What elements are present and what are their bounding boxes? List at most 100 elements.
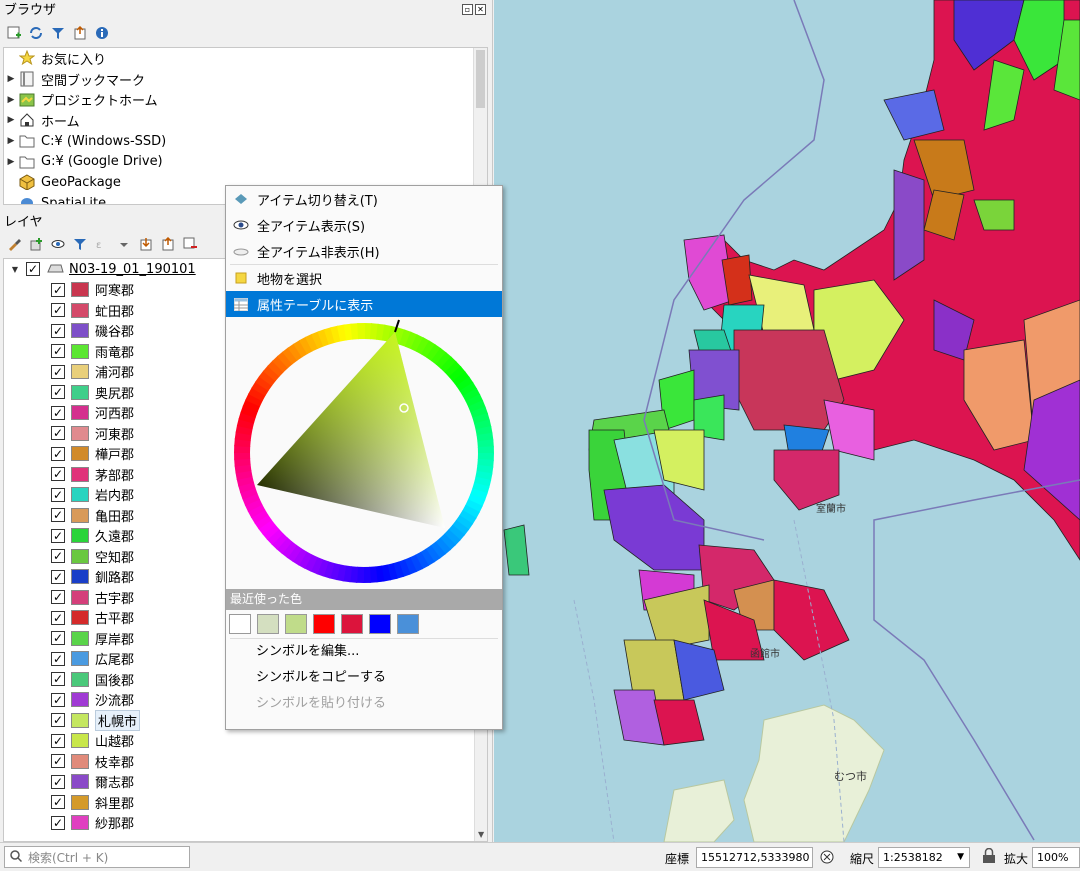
layer-item[interactable]: ✓ 斜里郡 (4, 792, 487, 813)
menu-open-attribute-table[interactable]: 属性テーブルに表示 (226, 291, 502, 317)
layer-color-swatch[interactable] (71, 507, 89, 523)
layer-color-swatch[interactable] (71, 548, 89, 564)
expand-all-icon[interactable] (138, 236, 154, 252)
layer-color-swatch[interactable] (71, 610, 89, 626)
toggle-extents-mouse-icon[interactable] (819, 849, 837, 868)
tree-item-g-drive[interactable]: ▶ G:¥ (Google Drive) (4, 151, 487, 172)
layer-color-swatch[interactable] (71, 528, 89, 544)
layer-color-swatch[interactable] (71, 774, 89, 790)
tree-item-project-home[interactable]: ▶ プロジェクトホーム (4, 89, 487, 110)
collapse-all-icon[interactable] (72, 25, 88, 41)
locator-search-input[interactable]: 検索(Ctrl + K) (4, 846, 190, 868)
lock-scale-icon[interactable] (982, 847, 996, 867)
layer-color-swatch[interactable] (71, 323, 89, 339)
layer-item-checkbox[interactable]: ✓ (51, 631, 65, 646)
layer-item-checkbox[interactable]: ✓ (51, 692, 65, 707)
collapse-arrow-icon[interactable]: ▼ (8, 265, 22, 274)
layer-item[interactable]: ✓ 山越郡 (4, 731, 487, 752)
layer-item-checkbox[interactable]: ✓ (51, 815, 65, 830)
menu-copy-symbol[interactable]: シンボルをコピーする (226, 665, 502, 691)
layer-color-swatch[interactable] (71, 487, 89, 503)
layer-color-swatch[interactable] (71, 753, 89, 769)
tree-item-favorites[interactable]: お気に入り (4, 48, 487, 69)
recent-color-swatch[interactable] (229, 614, 251, 634)
close-panel-icon[interactable]: ✕ (475, 4, 486, 15)
layer-item-checkbox[interactable]: ✓ (51, 303, 65, 318)
recent-color-swatch[interactable] (397, 614, 419, 634)
filter-icon[interactable] (50, 25, 66, 41)
add-group-icon[interactable] (28, 236, 44, 252)
layer-item[interactable]: ✓ 紗那郡 (4, 813, 487, 834)
style-brush-icon[interactable] (6, 236, 22, 252)
map-canvas[interactable]: 室蘭市 函館市 むつ市 (494, 0, 1080, 842)
recent-color-swatch[interactable] (313, 614, 335, 634)
layer-item-checkbox[interactable]: ✓ (51, 733, 65, 748)
layer-item-checkbox[interactable]: ✓ (51, 795, 65, 810)
tree-item-bookmarks[interactable]: ▶ 空間ブックマーク (4, 69, 487, 90)
layer-color-swatch[interactable] (71, 446, 89, 462)
recent-color-swatch[interactable] (369, 614, 391, 634)
layer-color-swatch[interactable] (71, 364, 89, 380)
menu-toggle-items[interactable]: アイテム切り替え(T) (226, 186, 502, 212)
layer-item-checkbox[interactable]: ✓ (51, 467, 65, 482)
tree-item-c-drive[interactable]: ▶ C:¥ (Windows-SSD) (4, 131, 487, 152)
layer-item-checkbox[interactable]: ✓ (51, 282, 65, 297)
layer-item-checkbox[interactable]: ✓ (51, 344, 65, 359)
layer-color-swatch[interactable] (71, 651, 89, 667)
layer-item-checkbox[interactable]: ✓ (51, 672, 65, 687)
add-layer-icon[interactable] (6, 25, 22, 41)
visibility-eye-icon[interactable] (50, 236, 66, 252)
layer-item-checkbox[interactable]: ✓ (51, 713, 65, 728)
float-panel-icon[interactable]: ▫ (462, 4, 473, 15)
layer-color-swatch[interactable] (71, 671, 89, 687)
layer-color-swatch[interactable] (71, 405, 89, 421)
layer-visibility-checkbox[interactable]: ✓ (26, 262, 40, 277)
layer-item[interactable]: ✓ 枝幸郡 (4, 751, 487, 772)
layer-color-swatch[interactable] (71, 425, 89, 441)
scale-combobox[interactable]: 1:2538182 ▼ (878, 847, 970, 868)
filter-expression-icon[interactable]: ε (94, 236, 110, 252)
filter-legend-icon[interactable] (72, 236, 88, 252)
layer-item-checkbox[interactable]: ✓ (51, 651, 65, 666)
recent-color-swatch[interactable] (285, 614, 307, 634)
layer-item-checkbox[interactable]: ✓ (51, 774, 65, 789)
info-icon[interactable] (94, 25, 110, 41)
layer-color-swatch[interactable] (71, 589, 89, 605)
menu-edit-symbol[interactable]: シンボルを編集... (226, 639, 502, 665)
layer-color-swatch[interactable] (71, 466, 89, 482)
layer-item-checkbox[interactable]: ✓ (51, 549, 65, 564)
magnifier-field[interactable]: 100% (1032, 847, 1080, 868)
layer-color-swatch[interactable] (71, 384, 89, 400)
layer-item-checkbox[interactable]: ✓ (51, 487, 65, 502)
scroll-down-arrow-icon[interactable]: ▼ (478, 830, 484, 839)
recent-color-swatch[interactable] (341, 614, 363, 634)
browser-scrollbar[interactable] (473, 48, 487, 204)
layer-color-swatch[interactable] (71, 712, 89, 728)
layer-color-swatch[interactable] (71, 630, 89, 646)
recent-color-swatch[interactable] (257, 614, 279, 634)
menu-select-features[interactable]: 地物を選択 (226, 265, 502, 291)
refresh-icon[interactable] (28, 25, 44, 41)
layer-item-checkbox[interactable]: ✓ (51, 569, 65, 584)
layer-item-checkbox[interactable]: ✓ (51, 385, 65, 400)
coordinate-field[interactable]: 15512712,5333980 (696, 847, 813, 868)
tree-item-home[interactable]: ▶ ホーム (4, 110, 487, 131)
layer-color-swatch[interactable] (71, 569, 89, 585)
layer-item-checkbox[interactable]: ✓ (51, 405, 65, 420)
layer-color-swatch[interactable] (71, 343, 89, 359)
layer-color-swatch[interactable] (71, 302, 89, 318)
layer-item-checkbox[interactable]: ✓ (51, 364, 65, 379)
layer-item-checkbox[interactable]: ✓ (51, 528, 65, 543)
menu-show-all[interactable]: 全アイテム表示(S) (226, 212, 502, 238)
color-wheel-picker[interactable] (226, 317, 502, 589)
remove-layer-icon[interactable] (182, 236, 198, 252)
layer-item[interactable]: ✓ 爾志郡 (4, 772, 487, 793)
layer-item-checkbox[interactable]: ✓ (51, 426, 65, 441)
dropdown-arrow-icon[interactable] (116, 236, 132, 252)
layer-item-checkbox[interactable]: ✓ (51, 590, 65, 605)
layer-item-checkbox[interactable]: ✓ (51, 323, 65, 338)
layer-item-checkbox[interactable]: ✓ (51, 754, 65, 769)
menu-hide-all[interactable]: 全アイテム非表示(H) (226, 238, 502, 264)
layer-color-swatch[interactable] (71, 794, 89, 810)
layer-item-checkbox[interactable]: ✓ (51, 610, 65, 625)
